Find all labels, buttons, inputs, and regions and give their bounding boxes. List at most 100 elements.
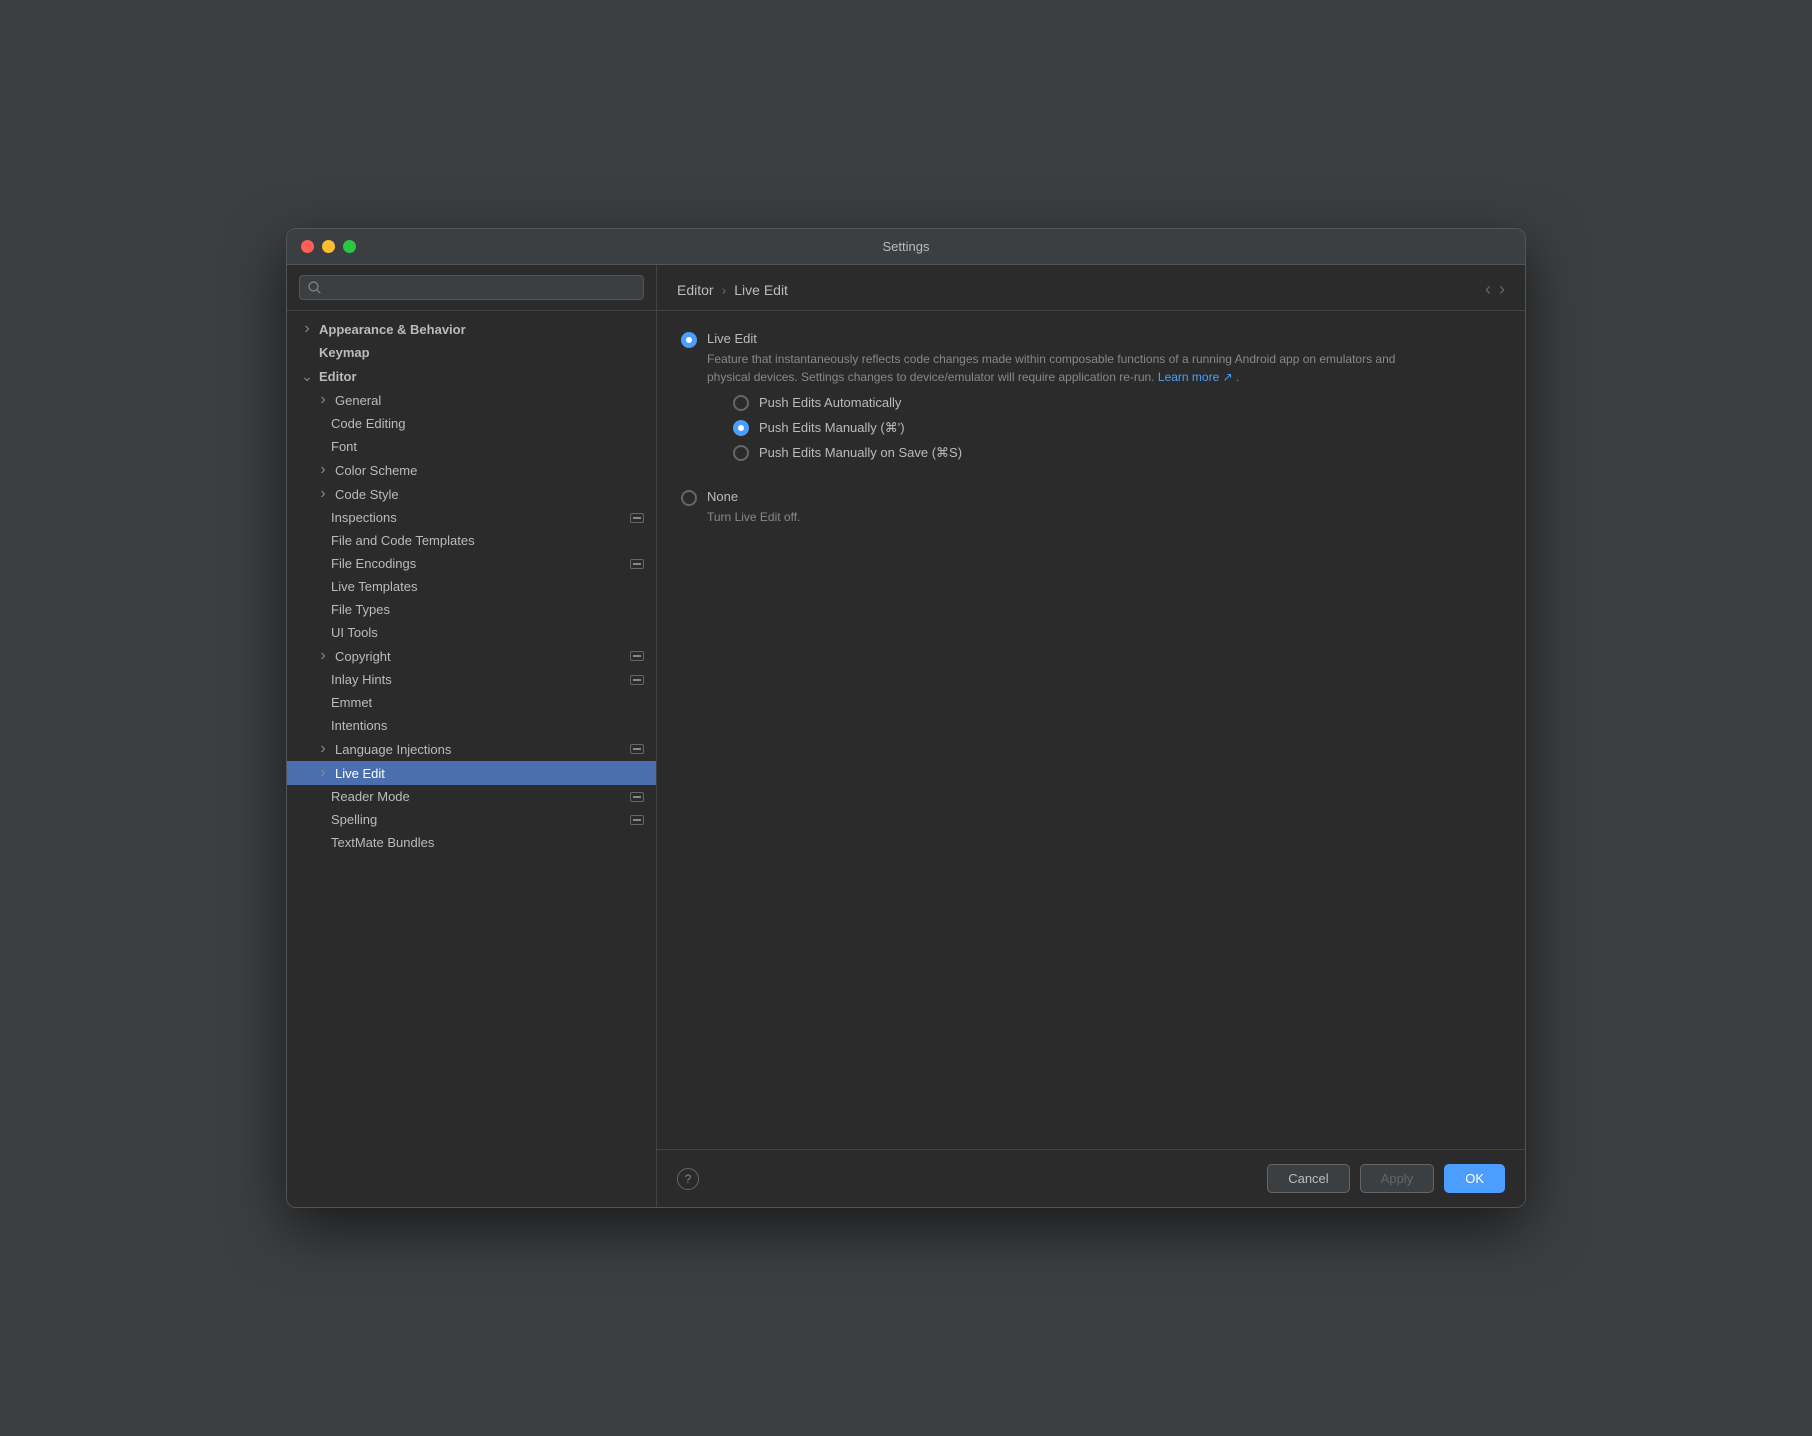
sidebar-item-live-edit[interactable]: Live Edit [287, 761, 656, 785]
sidebar-item-label: File Encodings [331, 556, 416, 571]
maximize-button[interactable] [343, 240, 356, 253]
close-button[interactable] [301, 240, 314, 253]
radio-none-button[interactable] [681, 490, 697, 506]
sidebar-item-reader-mode[interactable]: Reader Mode [287, 785, 656, 808]
sidebar-item-label: Inlay Hints [331, 672, 392, 687]
chevron-right-icon [315, 765, 331, 781]
traffic-lights [301, 240, 356, 253]
sidebar-item-code-editing[interactable]: Code Editing [287, 412, 656, 435]
suboption-push-save-label: Push Edits Manually on Save (⌘S) [759, 445, 962, 461]
sidebar-item-textmate-bundles[interactable]: TextMate Bundles [287, 831, 656, 854]
sidebar-item-editor[interactable]: Editor [287, 364, 656, 388]
badge-icon [630, 559, 644, 569]
sidebar-item-code-style[interactable]: Code Style [287, 482, 656, 506]
sidebar-item-label: Appearance & Behavior [319, 322, 466, 337]
chevron-right-icon [315, 392, 331, 408]
sidebar-item-ui-tools[interactable]: UI Tools [287, 621, 656, 644]
sidebar-item-general[interactable]: General [287, 388, 656, 412]
chevron-right-icon [315, 486, 331, 502]
radio-push-save-button[interactable] [733, 445, 749, 461]
nav-forward-button[interactable]: › [1499, 279, 1505, 300]
sidebar-item-label: File and Code Templates [331, 533, 475, 548]
panel-header: Editor › Live Edit ‹ › [657, 265, 1525, 311]
sidebar-item-label: File Types [331, 602, 390, 617]
badge-icon [630, 744, 644, 754]
none-option-label: None [707, 489, 800, 504]
sidebar-item-label: Live Templates [331, 579, 417, 594]
sidebar-item-label: Code Style [335, 487, 399, 502]
radio-push-manual-button[interactable] [733, 420, 749, 436]
none-option-desc: Turn Live Edit off. [707, 508, 800, 526]
cancel-button[interactable]: Cancel [1267, 1164, 1349, 1193]
sidebar-item-inspections[interactable]: Inspections [287, 506, 656, 529]
ok-button[interactable]: OK [1444, 1164, 1505, 1193]
sidebar: Appearance & Behavior Keymap Editor Gene… [287, 265, 657, 1207]
panel-body: Live Edit Feature that instantaneously r… [657, 311, 1525, 1149]
sidebar-item-label: Intentions [331, 718, 387, 733]
settings-window: Settings Appearance & Behavior [286, 228, 1526, 1208]
sidebar-item-label: Color Scheme [335, 463, 417, 478]
sidebar-item-label: Language Injections [335, 742, 451, 757]
search-input-wrapper[interactable] [299, 275, 644, 300]
sidebar-item-label: General [335, 393, 381, 408]
sidebar-item-spelling[interactable]: Spelling [287, 808, 656, 831]
suboption-push-auto-label: Push Edits Automatically [759, 395, 901, 410]
sidebar-item-label: Live Edit [335, 766, 385, 781]
sidebar-item-color-scheme[interactable]: Color Scheme [287, 458, 656, 482]
chevron-down-icon [299, 368, 315, 384]
chevron-right-icon [299, 321, 315, 337]
radio-live-edit: Live Edit Feature that instantaneously r… [681, 331, 1501, 469]
sub-options: Push Edits Automatically Push Edits Manu… [733, 394, 1407, 461]
search-icon [308, 281, 321, 294]
footer: ? Cancel Apply OK [657, 1149, 1525, 1207]
chevron-right-icon [315, 741, 331, 757]
sidebar-item-label: Keymap [319, 345, 370, 360]
nav-back-button[interactable]: ‹ [1485, 279, 1491, 300]
sidebar-item-inlay-hints[interactable]: Inlay Hints [287, 668, 656, 691]
search-input[interactable] [327, 280, 635, 295]
footer-right: Cancel Apply OK [1267, 1164, 1505, 1193]
sidebar-item-font[interactable]: Font [287, 435, 656, 458]
main-content: Appearance & Behavior Keymap Editor Gene… [287, 265, 1525, 1207]
badge-icon [630, 513, 644, 523]
sidebar-item-file-types[interactable]: File Types [287, 598, 656, 621]
sidebar-item-keymap[interactable]: Keymap [287, 341, 656, 364]
suboption-push-save: Push Edits Manually on Save (⌘S) [733, 444, 1407, 461]
sidebar-item-emmet[interactable]: Emmet [287, 691, 656, 714]
sidebar-item-label: Copyright [335, 649, 391, 664]
sidebar-item-copyright[interactable]: Copyright [287, 644, 656, 668]
sidebar-item-label: Code Editing [331, 416, 405, 431]
badge-icon [630, 792, 644, 802]
nav-tree: Appearance & Behavior Keymap Editor Gene… [287, 311, 656, 1207]
suboption-push-auto: Push Edits Automatically [733, 394, 1407, 411]
sidebar-item-file-encodings[interactable]: File Encodings [287, 552, 656, 575]
sidebar-item-label: Editor [319, 369, 357, 384]
sidebar-item-intentions[interactable]: Intentions [287, 714, 656, 737]
right-panel: Editor › Live Edit ‹ › Live Edit [657, 265, 1525, 1207]
sidebar-item-appearance[interactable]: Appearance & Behavior [287, 317, 656, 341]
radio-live-edit-button[interactable] [681, 332, 697, 348]
apply-button[interactable]: Apply [1360, 1164, 1435, 1193]
sidebar-item-label: UI Tools [331, 625, 378, 640]
live-edit-option-content: Live Edit Feature that instantaneously r… [707, 331, 1407, 469]
sidebar-item-language-injections[interactable]: Language Injections [287, 737, 656, 761]
sidebar-item-label: Spelling [331, 812, 377, 827]
live-edit-desc-suffix: . [1236, 370, 1239, 384]
radio-push-auto-button[interactable] [733, 395, 749, 411]
nav-arrows: ‹ › [1485, 279, 1505, 300]
footer-left: ? [677, 1168, 699, 1190]
window-title: Settings [883, 239, 930, 254]
live-edit-main-option: Live Edit Feature that instantaneously r… [681, 331, 1501, 469]
minimize-button[interactable] [322, 240, 335, 253]
breadcrumb-parent: Editor [677, 282, 714, 298]
sidebar-item-live-templates[interactable]: Live Templates [287, 575, 656, 598]
radio-none: None Turn Live Edit off. [681, 489, 1501, 526]
breadcrumb: Editor › Live Edit [677, 282, 788, 298]
sidebar-item-file-code-templates[interactable]: File and Code Templates [287, 529, 656, 552]
help-button[interactable]: ? [677, 1168, 699, 1190]
live-edit-option-desc: Feature that instantaneously reflects co… [707, 350, 1407, 386]
sidebar-item-label: Reader Mode [331, 789, 410, 804]
badge-icon [630, 651, 644, 661]
none-option-content: None Turn Live Edit off. [707, 489, 800, 526]
live-edit-learn-more-link[interactable]: Learn more ↗ [1158, 370, 1233, 384]
